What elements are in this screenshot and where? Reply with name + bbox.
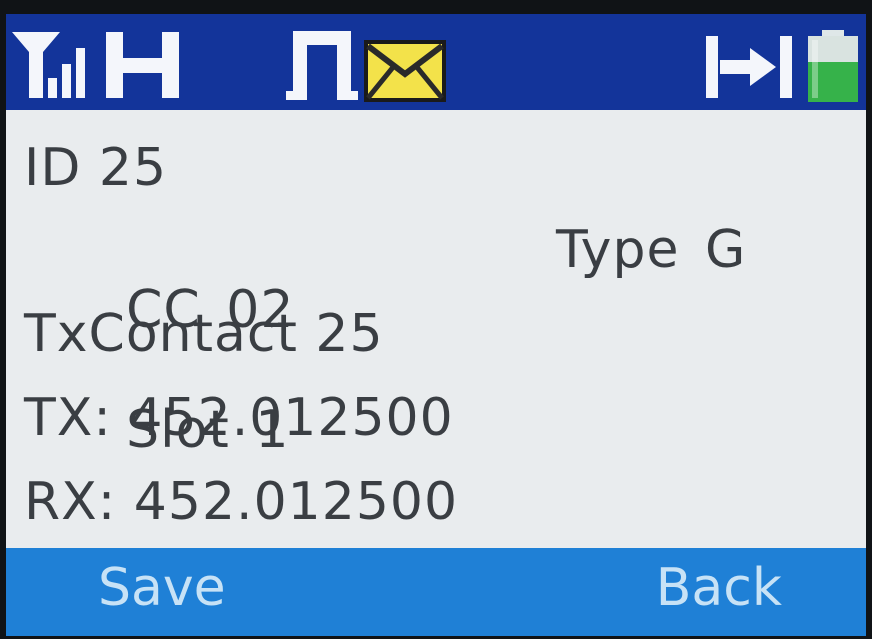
export-transfer-icon: [706, 36, 792, 98]
rx-frequency-line: RX: 452.012500: [24, 472, 459, 532]
back-softkey[interactable]: Back: [656, 556, 782, 620]
call-type-label: Type G: [556, 220, 747, 280]
channel-mode-h-icon: [106, 32, 179, 98]
softkey-bar: Save Back: [6, 548, 866, 636]
signal-strength-icon: [12, 32, 85, 98]
tx-contact-line: TxContact 25: [24, 304, 384, 364]
save-softkey[interactable]: Save: [98, 556, 226, 620]
contact-id-line: ID 25: [24, 138, 168, 198]
digital-pulse-icon: [286, 31, 358, 100]
tx-frequency-line: TX: 452.012500: [24, 388, 454, 448]
radio-display-screen: ID 25 CC 02 Slot 1 Type G TxContact 25 T…: [6, 14, 866, 636]
message-envelope-icon: [364, 40, 446, 102]
status-bar: [6, 14, 866, 110]
battery-icon: [808, 30, 858, 102]
